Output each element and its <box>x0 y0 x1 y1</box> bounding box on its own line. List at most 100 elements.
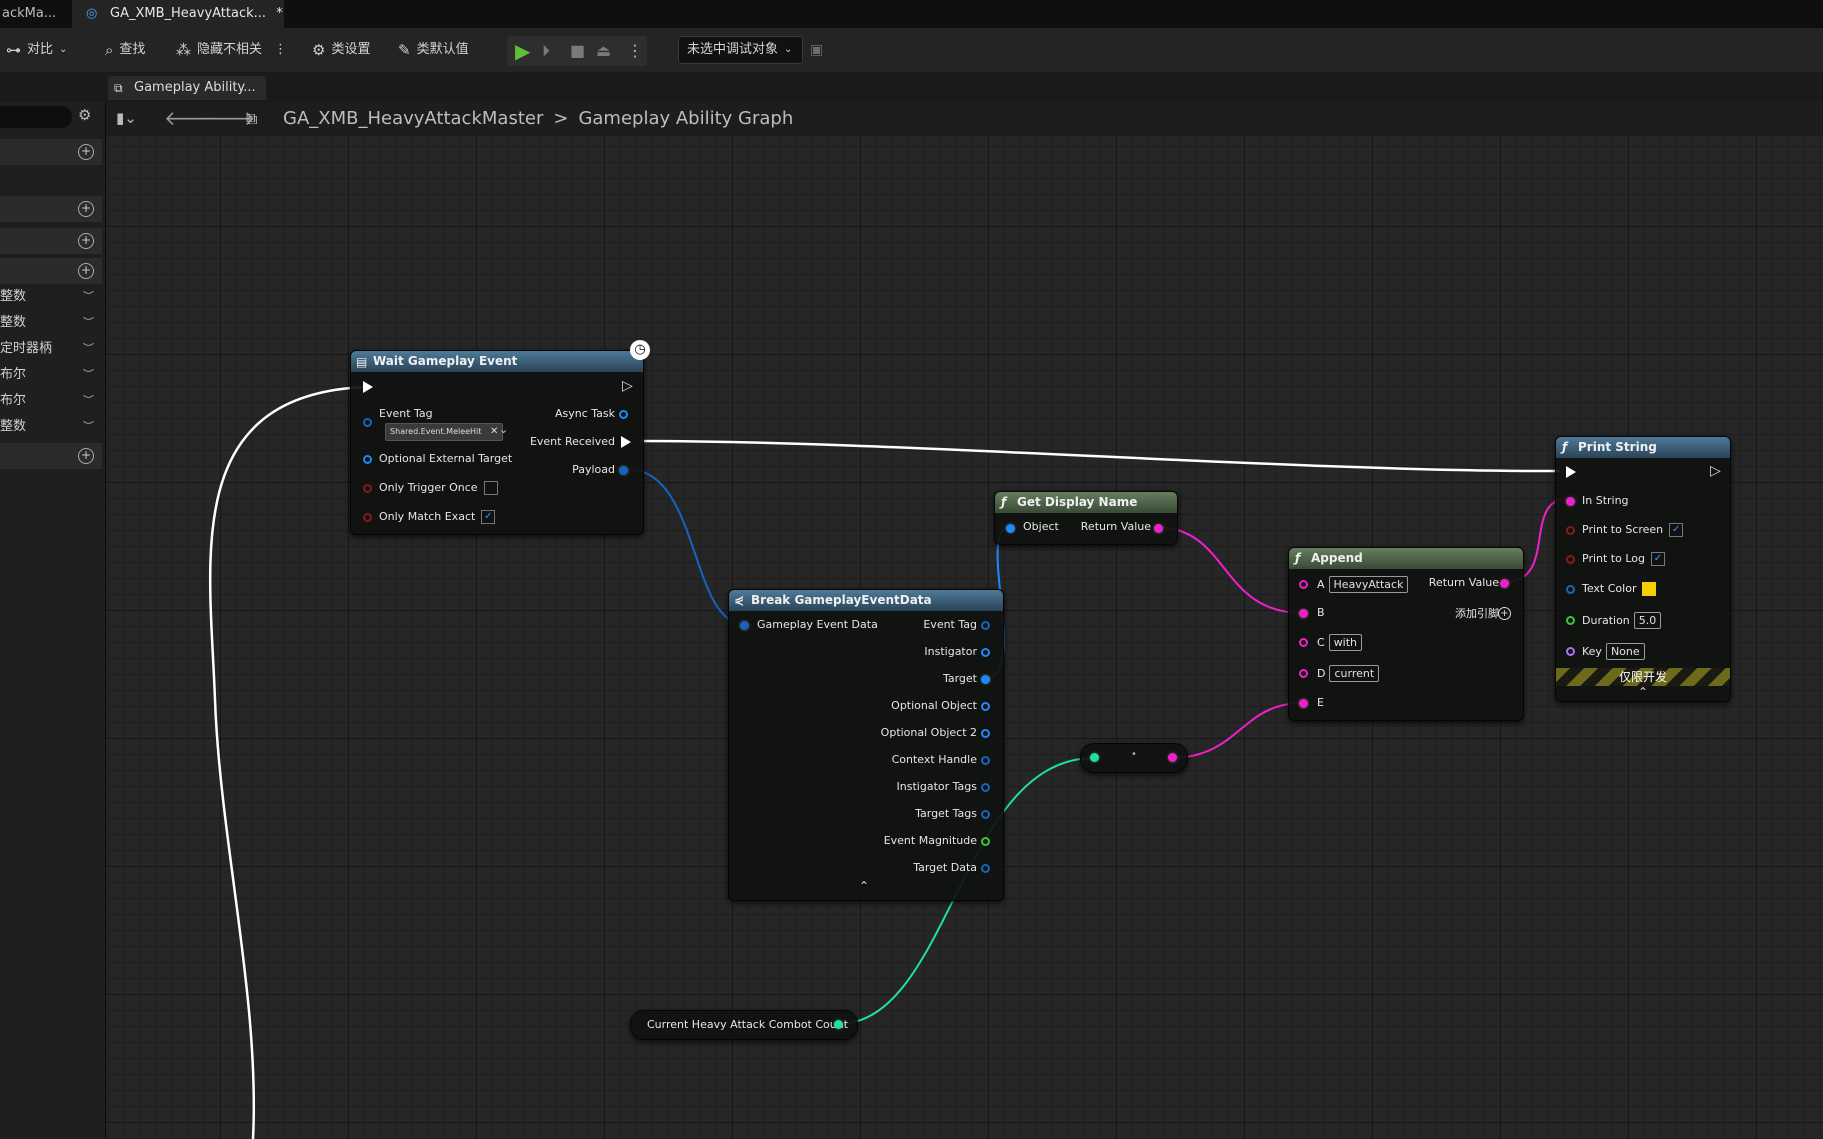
node-title: Wait Gameplay Event <box>373 354 518 368</box>
optional-external-target-pin[interactable] <box>363 455 372 464</box>
collapse-pins-icon[interactable]: ⌃ <box>1638 685 1648 699</box>
development-only-label: 仅限开发 <box>1618 670 1667 684</box>
in-string-pin[interactable] <box>1566 497 1575 506</box>
output-optional-object-2-pin[interactable] <box>981 729 990 738</box>
function-icon: ƒ <box>1562 440 1568 454</box>
d-pin[interactable] <box>1299 669 1308 678</box>
c-pin[interactable] <box>1299 638 1308 647</box>
only-trigger-once-pin[interactable] <box>363 484 372 493</box>
exec-wire-entry <box>208 385 366 1139</box>
only-match-exact-row: Only Match Exact ✓ <box>379 509 496 525</box>
output-optional-object-2-label: Optional Object 2 <box>880 726 977 739</box>
b-label: B <box>1317 606 1325 619</box>
gameplay-event-data-pin[interactable] <box>740 621 749 630</box>
print-to-screen-pin[interactable] <box>1566 526 1575 535</box>
node-title: Get Display Name <box>1017 495 1138 509</box>
wires-layer <box>208 385 1571 1139</box>
node-title: Break GameplayEventData <box>751 593 932 607</box>
output-target-data-label: Target Data <box>913 861 977 874</box>
only-trigger-once-checkbox[interactable] <box>483 481 498 495</box>
key-input[interactable]: None <box>1605 643 1645 660</box>
object-pin[interactable] <box>1006 524 1015 533</box>
event-tag-value: Shared.Event.MeleeHit <box>390 427 482 436</box>
c-input[interactable]: with <box>1328 634 1363 651</box>
collapse-pins-icon[interactable]: ⌃ <box>859 879 869 893</box>
print-to-log-pin[interactable] <box>1566 555 1575 564</box>
payload-pin[interactable] <box>619 466 628 475</box>
int-to-string-conversion-node[interactable]: • <box>1080 743 1188 773</box>
event-tag-pin[interactable] <box>363 418 372 427</box>
node-title: Print String <box>1578 440 1657 454</box>
b-pin[interactable] <box>1299 609 1308 618</box>
return-value-pin[interactable] <box>1500 579 1509 588</box>
only-trigger-once-row: Only Trigger Once <box>379 480 498 496</box>
text-color-pin[interactable] <box>1566 585 1575 594</box>
break-struct-icon: ⋞ <box>734 593 745 607</box>
print-to-log-checkbox[interactable]: ✓ <box>1651 552 1665 566</box>
output-event-magnitude-pin[interactable] <box>981 837 990 846</box>
text-color-swatch[interactable] <box>1642 582 1657 596</box>
output-optional-object-pin[interactable] <box>981 702 990 711</box>
get-display-name-node[interactable]: ƒ Get Display Name Object Return Value <box>994 491 1178 545</box>
print-string-node[interactable]: ƒ Print String ▷ In String Print to Scre… <box>1555 436 1731 702</box>
exec-in-pin[interactable] <box>1566 466 1576 478</box>
output-context-handle-pin[interactable] <box>981 756 990 765</box>
add-pin-label[interactable]: 添加引脚 <box>1455 606 1499 622</box>
async-task-label: Async Task <box>554 407 615 420</box>
variable-getter-node[interactable]: Current Heavy Attack Combot Count <box>630 1010 858 1040</box>
d-input[interactable]: current <box>1329 665 1380 682</box>
return-value-pin[interactable] <box>1154 524 1163 533</box>
output-target-data-pin[interactable] <box>981 864 990 873</box>
output-event-tag-pin[interactable] <box>981 621 990 630</box>
output-instigator-tags-pin[interactable] <box>981 783 990 792</box>
key-label: Key <box>1582 645 1602 658</box>
a-input[interactable]: HeavyAttack <box>1328 576 1409 593</box>
payload-wire <box>627 468 745 625</box>
variable-output-pin[interactable] <box>834 1020 843 1029</box>
output-target-pin[interactable] <box>981 675 990 684</box>
output-target-tags-label: Target Tags <box>915 807 977 820</box>
exec-out-pin[interactable]: ▷ <box>1710 463 1721 479</box>
event-received-exec-pin[interactable] <box>621 436 631 448</box>
add-pin-icon[interactable]: + <box>1498 607 1511 620</box>
a-pin[interactable] <box>1299 580 1308 589</box>
output-event-tag-label: Event Tag <box>923 618 977 631</box>
event-tag-chip[interactable]: Shared.Event.MeleeHit ✕ <box>385 423 504 441</box>
duration-input[interactable]: 5.0 <box>1633 612 1662 629</box>
print-to-screen-checkbox[interactable]: ✓ <box>1669 523 1684 537</box>
task-icon: ▤ <box>356 355 368 369</box>
text-color-row: Text Color <box>1582 581 1657 597</box>
event-received-label: Event Received <box>529 435 615 448</box>
only-match-exact-checkbox[interactable]: ✓ <box>481 510 496 524</box>
conversion-to-e-wire <box>1169 702 1304 759</box>
conversion-input-pin[interactable] <box>1090 753 1099 762</box>
print-to-screen-row: Print to Screen ✓ <box>1582 522 1684 538</box>
async-task-pin[interactable] <box>619 410 628 419</box>
a-row: A HeavyAttack <box>1317 576 1409 593</box>
exec-in-pin[interactable] <box>363 381 373 393</box>
key-pin[interactable] <box>1566 647 1575 656</box>
wait-gameplay-event-node[interactable]: ▤ Wait Gameplay Event ▷ Event Tag Shared… <box>350 350 644 535</box>
duration-pin[interactable] <box>1566 616 1575 625</box>
c-row: Cwith <box>1317 634 1363 651</box>
output-instigator-label: Instigator <box>924 645 977 658</box>
node-header: ƒ Print String <box>1556 437 1730 458</box>
exec-out-outline-icon: ▷ <box>622 378 633 394</box>
output-target-tags-pin[interactable] <box>981 810 990 819</box>
output-context-handle-label: Context Handle <box>891 753 977 766</box>
break-gameplay-event-data-node[interactable]: ⋞ Break GameplayEventData Gameplay Event… <box>728 589 1004 901</box>
clear-tag-icon[interactable]: ✕ <box>490 426 498 437</box>
c-label: C <box>1317 636 1325 649</box>
output-target-label: Target <box>942 672 977 685</box>
print-to-log-label: Print to Log <box>1582 552 1645 565</box>
only-match-exact-pin[interactable] <box>363 513 372 522</box>
conversion-output-pin[interactable] <box>1168 753 1177 762</box>
node-header: ƒ Get Display Name <box>995 492 1177 513</box>
append-node[interactable]: ƒ Append A HeavyAttack B Cwith Dcurrent E… <box>1288 547 1524 721</box>
node-header: ƒ Append <box>1289 548 1523 569</box>
node-header: ⋞ Break GameplayEventData <box>729 590 1003 611</box>
e-pin[interactable] <box>1299 699 1308 708</box>
output-instigator-pin[interactable] <box>981 648 990 657</box>
object-label: Object <box>1023 520 1059 533</box>
chevron-down-icon[interactable]: ⌄ <box>499 423 508 436</box>
